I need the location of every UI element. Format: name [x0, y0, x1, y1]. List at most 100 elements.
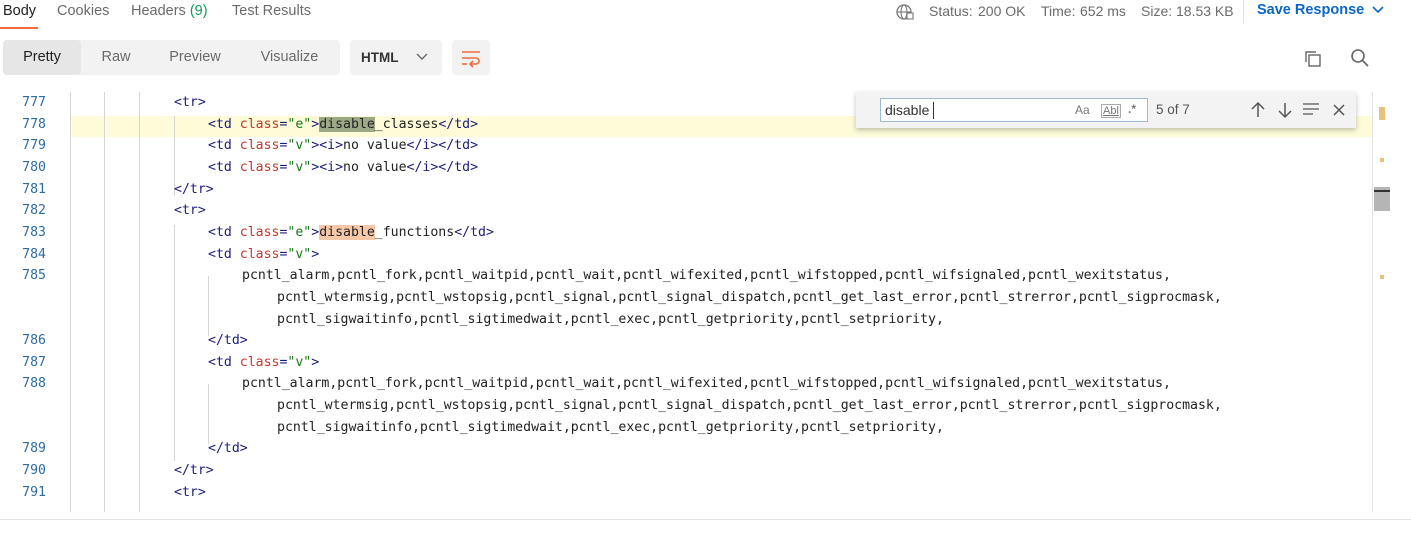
code-line: <td class="v"><i>no value</i></td>: [208, 160, 478, 175]
save-response-button[interactable]: Save Response: [1257, 2, 1384, 18]
tab-body[interactable]: Body: [3, 3, 36, 19]
status-value[interactable]: 200 OK: [978, 3, 1025, 19]
search-match: disable: [319, 224, 375, 240]
code-token: <td: [208, 246, 240, 262]
match-count: 5 of 7: [1156, 102, 1190, 117]
find-in-selection-icon[interactable]: [1302, 102, 1320, 121]
code-token: "v": [287, 354, 312, 370]
find-query: disable: [885, 102, 930, 118]
view-mode-pretty[interactable]: Pretty: [3, 40, 81, 75]
time-value[interactable]: 652 ms: [1080, 3, 1126, 19]
line-number: 784: [22, 246, 46, 262]
code-token: </i></td>: [406, 138, 479, 154]
vertical-scrollbar[interactable]: [1372, 92, 1391, 512]
code-line: <td class="v">: [208, 247, 319, 262]
view-mode-preview[interactable]: Preview: [151, 40, 239, 75]
line-number: 789: [22, 441, 46, 457]
tab-cookies[interactable]: Cookies: [57, 3, 109, 19]
code-token: pcntl_sigwaitinfo,pcntl_sigtimedwait,pcn…: [277, 419, 944, 435]
code-token: "e": [287, 224, 312, 240]
format-dropdown[interactable]: HTML: [350, 40, 442, 75]
indent-guide: [208, 276, 209, 336]
code-token: pcntl_alarm,pcntl_fork,pcntl_waitpid,pcn…: [242, 268, 1171, 284]
regex-icon[interactable]: .*: [1128, 102, 1136, 116]
code-line: <td class="e">disable_classes</td>: [208, 116, 479, 132]
scrollbar-match-marker: [1380, 275, 1384, 279]
line-number: 778: [22, 116, 46, 132]
indent-guide: [70, 92, 71, 512]
code-token: class: [239, 116, 280, 132]
bottom-status-bar: [0, 519, 1411, 534]
arrow-down-icon[interactable]: [1278, 101, 1292, 124]
find-input[interactable]: disable Aa Abl .*: [880, 98, 1148, 122]
code-line: <tr>: [174, 95, 206, 110]
code-line: pcntl_sigwaitinfo,pcntl_sigtimedwait,pcn…: [277, 312, 944, 327]
code-line: <td class="v">: [208, 355, 319, 370]
line-number: 786: [22, 333, 46, 349]
scrollbar-cursor-marker: [1374, 190, 1390, 192]
code-token: </td>: [208, 441, 248, 457]
code-token: </td>: [208, 333, 248, 349]
line-number: 783: [22, 224, 46, 240]
line-number: 787: [22, 354, 46, 370]
code-token: _functions: [374, 224, 455, 240]
code-line: <tr>: [174, 485, 206, 500]
code-line: </tr>: [174, 463, 214, 478]
close-icon[interactable]: [1333, 103, 1345, 121]
size-value[interactable]: 18.53 KB: [1176, 3, 1234, 19]
code-line: pcntl_alarm,pcntl_fork,pcntl_waitpid,pcn…: [242, 376, 1171, 391]
indent-guide: [104, 92, 105, 512]
code-line: pcntl_wtermsig,pcntl_wstopsig,pcntl_sign…: [277, 290, 1222, 305]
code-token: "e": [287, 116, 312, 132]
code-token: ><i>: [311, 138, 344, 154]
response-tabs: Body Cookies Headers (9) Test Results St…: [0, 0, 1411, 30]
code-token: pcntl_wtermsig,pcntl_wstopsig,pcntl_sign…: [277, 398, 1222, 414]
code-token: </tr>: [174, 181, 214, 197]
scrollbar-match-marker: [1380, 158, 1384, 162]
code-token: </i></td>: [406, 159, 479, 175]
tab-headers[interactable]: Headers (9): [131, 3, 208, 19]
line-number: 782: [22, 203, 46, 219]
copy-icon[interactable]: [1303, 49, 1323, 74]
view-mode-raw[interactable]: Raw: [81, 40, 151, 75]
code-token: class: [239, 159, 280, 175]
active-tab-indicator: [0, 27, 38, 29]
code-token: >: [311, 224, 320, 240]
code-token: <tr>: [174, 484, 206, 500]
code-line: <td class="e">disable_functions</td>: [208, 224, 494, 240]
search-icon[interactable]: [1350, 48, 1370, 73]
format-label: HTML: [361, 50, 399, 65]
code-token: <td: [208, 224, 240, 240]
find-widget: disable Aa Abl .* 5 of 7: [856, 92, 1356, 128]
wrap-lines-button[interactable]: [452, 40, 490, 75]
code-token: pcntl_sigwaitinfo,pcntl_sigtimedwait,pcn…: [277, 311, 944, 327]
code-token: class: [239, 138, 280, 154]
code-token: "v": [287, 138, 312, 154]
line-number: 790: [22, 463, 46, 479]
line-number: 780: [22, 159, 46, 175]
scrollbar-match-marker: [1379, 107, 1385, 120]
tab-test-results[interactable]: Test Results: [232, 3, 311, 19]
code-token: class: [239, 246, 280, 262]
divider: [1243, 0, 1244, 24]
code-token: "v": [287, 159, 312, 175]
code-line: pcntl_alarm,pcntl_fork,pcntl_waitpid,pcn…: [242, 268, 1171, 283]
code-token: <tr>: [174, 203, 206, 219]
code-token: "v": [287, 246, 312, 262]
whole-word-icon[interactable]: Abl: [1101, 104, 1121, 118]
code-line: </td>: [208, 333, 248, 348]
current-search-match: disable: [319, 116, 375, 132]
globe-icon[interactable]: [895, 3, 915, 26]
match-case-icon[interactable]: Aa: [1075, 103, 1090, 117]
code-token: </td>: [438, 116, 479, 132]
tab-headers-label: Headers: [131, 3, 186, 19]
view-mode-visualize[interactable]: Visualize: [239, 40, 340, 75]
chevron-down-icon: [1372, 6, 1384, 14]
code-token: pcntl_alarm,pcntl_fork,pcntl_waitpid,pcn…: [242, 376, 1171, 392]
headers-count-badge: (9): [189, 3, 208, 19]
line-number: 781: [22, 181, 46, 197]
code-line: </td>: [208, 441, 248, 456]
code-token: class: [239, 224, 280, 240]
response-body-editor[interactable]: 777 778 779 780 781 782 783 784 785 786 787 788 789 7…: [0, 92, 1390, 512]
arrow-up-icon[interactable]: [1251, 101, 1265, 124]
